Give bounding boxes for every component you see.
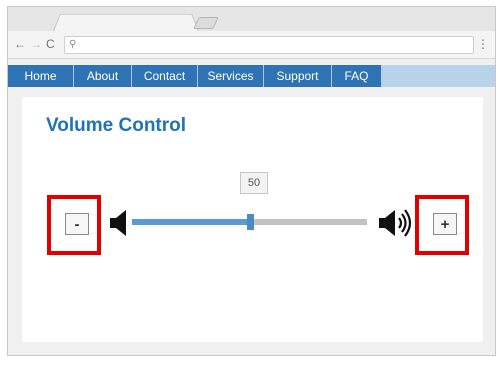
nav-item-services[interactable]: Services [198, 65, 264, 87]
speaker-high-icon [379, 209, 412, 237]
nav-item-faq[interactable]: FAQ [332, 65, 381, 87]
increase-volume-button[interactable]: + [433, 213, 457, 235]
slider-thumb[interactable] [246, 214, 254, 230]
decrease-volume-button[interactable]: - [65, 213, 89, 235]
address-bar[interactable]: ⚲ [64, 36, 474, 54]
reload-icon[interactable]: C [46, 36, 55, 52]
slider-fill [132, 219, 250, 225]
site-nav-bar: Home About Contact Services Support FAQ [8, 65, 381, 87]
nav-item-home[interactable]: Home [8, 65, 74, 87]
page-title: Volume Control [46, 115, 187, 136]
browser-window: ← → C ⚲ ⋮ Home About Contact Services Su… [7, 6, 496, 356]
tab-strip [8, 7, 495, 34]
back-arrow-icon[interactable]: ← [14, 36, 26, 52]
speaker-low-icon [110, 210, 126, 236]
nav-item-support[interactable]: Support [264, 65, 332, 87]
volume-slider[interactable] [132, 214, 367, 230]
forward-arrow-icon[interactable]: → [30, 36, 42, 52]
search-icon: ⚲ [69, 39, 77, 50]
new-tab-button[interactable] [193, 17, 219, 29]
nav-item-about[interactable]: About [74, 65, 132, 87]
content-panel: Volume Control 50 - + [22, 97, 483, 342]
site-nav: Home About Contact Services Support FAQ [8, 65, 495, 87]
volume-value-tooltip: 50 [240, 172, 268, 194]
nav-item-contact[interactable]: Contact [132, 65, 198, 87]
browser-toolbar: ← → C ⚲ ⋮ [8, 31, 495, 59]
browser-menu-icon[interactable]: ⋮ [477, 37, 489, 51]
